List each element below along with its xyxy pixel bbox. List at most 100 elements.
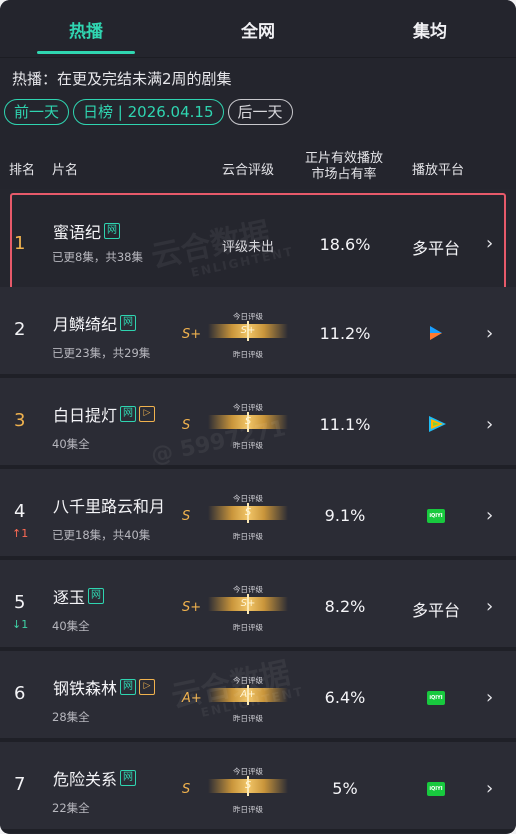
rating-indicator: 今日评级 S 昨日评级 <box>206 402 290 450</box>
episode-status: 已更18集，共40集 <box>52 528 151 542</box>
grade-label: S <box>182 418 191 433</box>
drama-title[interactable]: 逐玉网 <box>53 584 105 608</box>
youku-icon <box>426 323 446 343</box>
grade-label: S <box>182 782 191 797</box>
next-day-button[interactable]: 后一天 <box>227 99 293 125</box>
market-share: 8.2% <box>324 597 366 616</box>
exclusive-play-badge: ▷ <box>139 406 156 422</box>
rating-bar-value: S+ <box>240 598 256 609</box>
episode-status: 40集全 <box>52 437 90 451</box>
tab-all-network[interactable]: 全网 <box>172 0 344 58</box>
web-badge: 网 <box>120 770 137 786</box>
chevron-right-icon[interactable]: › <box>486 778 493 799</box>
rating-indicator: 今日评级 S+ 昨日评级 <box>206 311 290 359</box>
rating-bar-value: S <box>244 780 252 791</box>
top-tabs: 热播 全网 集均 <box>0 0 516 58</box>
header-share: 正片有效播放 市场占有率 <box>305 151 384 182</box>
drama-title[interactable]: 危险关系网 <box>53 766 137 790</box>
rank-number: 5 <box>14 592 26 613</box>
rating-bar-value: S <box>244 507 252 518</box>
rating-indicator: 今日评级 S 昨日评级 <box>206 766 290 814</box>
header-rating: 云合评级 <box>222 163 275 178</box>
drama-title[interactable]: 蜜语纪网 <box>53 219 121 243</box>
header-rank: 排名 <box>9 163 36 178</box>
tab-episode-average[interactable]: 集均 <box>344 0 516 58</box>
yesterday-rating-label: 昨日评级 <box>233 714 263 723</box>
episode-status: 28集全 <box>52 710 90 724</box>
table-row[interactable]: 3 白日提灯网 ▷ 40集全 S 今日评级 S 昨日评级 11.1% › <box>0 378 516 469</box>
chevron-right-icon[interactable]: › <box>486 687 493 708</box>
tab-label: 全网 <box>241 22 275 42</box>
chevron-right-icon[interactable]: › <box>486 323 493 344</box>
prev-day-button[interactable]: 前一天 <box>4 99 70 125</box>
rank-change: ↓1 <box>12 618 29 631</box>
rating-bar: S+ <box>208 594 288 614</box>
web-badge: 网 <box>120 406 137 422</box>
table-row[interactable]: 4 ↑1 八千里路云和月已更18集，共40集 S 今日评级 S 昨日评级 9.1% iQ… <box>0 469 516 560</box>
market-share: 6.4% <box>324 688 366 707</box>
web-badge: 网 <box>104 223 121 239</box>
rating-bar: S <box>208 412 288 432</box>
market-share: 18.6% <box>319 235 371 254</box>
web-badge: 网 <box>120 679 137 695</box>
yesterday-rating-label: 昨日评级 <box>233 805 263 814</box>
rating-indicator: 今日评级 S 昨日评级 <box>206 493 290 541</box>
market-share: 11.2% <box>319 324 371 343</box>
current-date-button[interactable]: 日榜 | 2026.04.15 <box>73 99 224 125</box>
web-badge: 网 <box>120 315 137 331</box>
ranking-list: 1 蜜语纪网已更8集，共38集 评级未出 18.6% 多平台 › 2 月鳞绮纪网已更23集，共… <box>0 189 516 833</box>
iqiyi-icon: iQIYI <box>427 509 445 523</box>
rating-indicator: 今日评级 S+ 昨日评级 <box>206 584 290 632</box>
rating-bar: S <box>208 503 288 523</box>
yesterday-rating-label: 昨日评级 <box>233 350 263 359</box>
table-row[interactable]: 7 危险关系网 22集全 S 今日评级 S 昨日评级 5% iQIYI › <box>0 742 516 833</box>
drama-title-text: 钢铁森林 <box>53 679 118 698</box>
rank-number: 4 <box>14 501 26 522</box>
drama-title[interactable]: 月鳞绮纪网 <box>53 311 137 335</box>
app-frame: 热播 全网 集均 热播：在更及完结未满2周的剧集 前一天 日榜 | 2026.0… <box>0 0 516 834</box>
rating-indicator: 今日评级 A+ 昨日评级 <box>206 675 290 723</box>
market-share: 9.1% <box>324 506 366 525</box>
tencent-video-icon <box>426 414 446 434</box>
drama-title[interactable]: 钢铁森林网 ▷ <box>53 675 156 699</box>
web-badge: 网 <box>88 588 105 604</box>
table-row[interactable]: 5 ↓1 逐玉网 40集全 S+ 今日评级 S+ 昨日评级 8.2% 多平台 › <box>0 560 516 651</box>
grade-label: S+ <box>182 600 202 615</box>
yesterday-rating-label: 昨日评级 <box>233 441 263 450</box>
market-share: 11.1% <box>319 415 371 434</box>
drama-title[interactable]: 八千里路云和月 <box>53 493 165 517</box>
tab-underline <box>37 51 135 54</box>
iqiyi-icon: iQIYI <box>427 691 445 705</box>
header-platform: 播放平台 <box>412 163 465 178</box>
iqiyi-icon: iQIYI <box>427 782 445 796</box>
chevron-right-icon[interactable]: › <box>486 596 493 617</box>
table-row[interactable]: 1 蜜语纪网已更8集，共38集 评级未出 18.6% 多平台 › <box>0 189 516 293</box>
rating-bar-value: S <box>244 416 252 427</box>
platform-label: 多平台 <box>412 239 461 258</box>
grade-label: A+ <box>182 691 202 706</box>
chevron-right-icon[interactable]: › <box>486 414 493 435</box>
header-name: 片名 <box>52 163 79 178</box>
table-row[interactable]: 2 月鳞绮纪网已更23集，共29集 S+ 今日评级 S+ 昨日评级 11.2% › <box>0 287 516 378</box>
chevron-right-icon[interactable]: › <box>486 505 493 526</box>
tab-divider <box>0 57 516 58</box>
drama-title-text: 逐玉 <box>53 588 86 607</box>
episode-status: 已更8集，共38集 <box>52 250 143 264</box>
tab-hot[interactable]: 热播 <box>0 0 172 58</box>
rank-number: 7 <box>14 774 26 795</box>
drama-title-text: 蜜语纪 <box>53 223 102 242</box>
platform-label: 多平台 <box>412 601 461 620</box>
episode-status: 已更23集，共29集 <box>52 346 151 360</box>
list-description: 热播：在更及完结未满2周的剧集 <box>12 70 232 88</box>
episode-status: 22集全 <box>52 801 90 815</box>
table-row[interactable]: 6 钢铁森林网 ▷ 28集全 A+ 今日评级 A+ 昨日评级 6.4% iQIYI › <box>0 651 516 742</box>
rank-number: 2 <box>14 319 26 340</box>
exclusive-play-badge: ▷ <box>139 679 156 695</box>
rank-change: ↑1 <box>12 527 29 540</box>
table-header: 排名 片名 云合评级 正片有效播放 市场占有率 播放平台 <box>0 146 516 186</box>
rating-bar-value: A+ <box>240 689 256 700</box>
rating-bar-value: S+ <box>240 325 256 336</box>
drama-title[interactable]: 白日提灯网 ▷ <box>53 402 156 426</box>
rating-pending: 评级未出 <box>222 240 275 255</box>
chevron-right-icon[interactable]: › <box>486 233 493 254</box>
